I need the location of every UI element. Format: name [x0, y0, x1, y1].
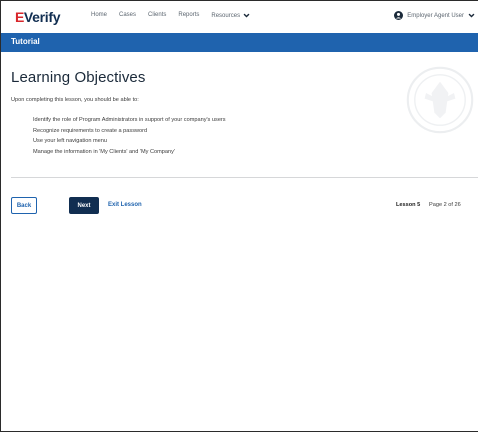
top-navigation: E Verify Home Cases Clients Reports Reso… [1, 1, 478, 33]
nav-cases[interactable]: Cases [119, 12, 136, 19]
page-counter: Page 2 of 26 [429, 202, 461, 208]
user-icon [394, 11, 404, 20]
nav-resources[interactable]: Resources [211, 12, 250, 19]
objective-item: Manage the information in 'My Clients' a… [33, 148, 176, 155]
user-name: Employer Agent User [407, 12, 464, 19]
back-button[interactable]: Back [11, 197, 37, 214]
nav-resources-label: Resources [211, 12, 241, 19]
everify-logo[interactable]: E Verify [15, 9, 60, 25]
objective-item: Use your left navigation menu [33, 138, 108, 144]
nav-reports[interactable]: Reports [178, 12, 199, 19]
content-divider [11, 177, 478, 178]
objectives-list: Identify the role of Program Administrat… [33, 115, 226, 157]
lesson-footer: Back Next Exit Lesson Lesson 5 Page 2 of… [11, 197, 478, 215]
nav-links: Home Cases Clients Reports Resources [91, 12, 250, 19]
objective-item: Recognize requirements to create a passw… [33, 127, 148, 134]
page-title: Learning Objectives [11, 69, 146, 86]
logo-e: E [15, 9, 24, 25]
tutorial-bar: Tutorial [1, 33, 478, 52]
user-menu[interactable]: Employer Agent User [394, 11, 475, 20]
chevron-down-icon [243, 13, 250, 18]
tutorial-title: Tutorial [11, 37, 40, 46]
exit-lesson-link[interactable]: Exit Lesson [108, 202, 142, 208]
nav-clients[interactable]: Clients [148, 12, 166, 19]
chevron-down-icon [468, 13, 475, 18]
logo-verify: Verify [23, 9, 61, 25]
next-button[interactable]: Next [69, 197, 99, 214]
dhs-seal-watermark [406, 66, 474, 134]
nav-home[interactable]: Home [91, 12, 107, 19]
intro-text: Upon completing this lesson, you should … [11, 97, 139, 103]
app-window: E Verify Home Cases Clients Reports Reso… [0, 0, 478, 432]
objective-item: Identify the role of Program Administrat… [33, 117, 226, 123]
lesson-number: Lesson 5 [396, 202, 421, 208]
